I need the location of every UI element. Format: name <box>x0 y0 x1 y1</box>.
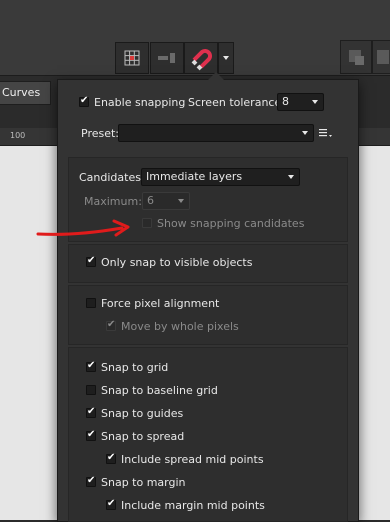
screen-tolerance-label: Screen tolerance: <box>188 96 285 109</box>
force-pixel-alignment-checkbox[interactable] <box>86 298 96 308</box>
snap-to-guides-checkbox[interactable] <box>86 406 96 418</box>
only-visible-label: Only snap to visible objects <box>101 256 253 269</box>
show-snapping-candidates-checkbox[interactable] <box>142 218 152 228</box>
maximum-label: Maximum: <box>84 195 142 208</box>
snap-to-margin-label: Snap to margin <box>101 476 186 489</box>
grid-toggle-button[interactable] <box>115 42 149 74</box>
move-by-whole-pixels-checkbox[interactable] <box>106 319 116 331</box>
chevron-down-icon <box>223 56 229 60</box>
document-add-icon <box>349 50 364 65</box>
screen-tolerance-select[interactable]: 8 <box>277 93 324 111</box>
enable-snapping-checkbox[interactable] <box>79 95 89 107</box>
toolbar-button-a[interactable] <box>340 40 372 74</box>
move-by-whole-pixels-label: Move by whole pixels <box>121 320 239 333</box>
guides-toggle-button[interactable] <box>150 42 184 74</box>
include-spread-mid-points-label: Include spread mid points <box>121 453 264 466</box>
snap-to-baseline-grid-checkbox[interactable] <box>86 385 96 395</box>
chevron-down-icon <box>312 100 318 104</box>
snap-to-grid-checkbox[interactable] <box>86 360 96 372</box>
grid-icon <box>124 50 140 66</box>
only-visible-checkbox[interactable] <box>86 255 96 267</box>
preset-select[interactable] <box>118 124 314 142</box>
snapping-options-dropdown-button[interactable] <box>218 42 234 74</box>
preset-label: Preset: <box>81 127 120 140</box>
snap-to-spread-label: Snap to spread <box>101 430 185 443</box>
enable-snapping-label: Enable snapping <box>94 96 186 109</box>
force-pixel-alignment-label: Force pixel alignment <box>101 297 220 310</box>
include-margin-mid-points-label: Include margin mid points <box>121 499 265 512</box>
document-icon <box>377 50 389 64</box>
candidates-label: Candidates: <box>79 171 145 184</box>
include-spread-mid-points-checkbox[interactable] <box>106 452 116 464</box>
candidates-value: Immediate layers <box>146 170 243 183</box>
snap-to-spread-checkbox[interactable] <box>86 429 96 441</box>
guides-icon <box>158 53 175 63</box>
maximum-select[interactable]: 6 <box>142 192 190 210</box>
chevron-down-icon <box>288 175 294 179</box>
canvas-area-left <box>0 146 62 520</box>
snap-to-guides-label: Snap to guides <box>101 407 184 420</box>
snap-to-margin-checkbox[interactable] <box>86 475 96 487</box>
pixel-section <box>68 285 348 345</box>
snap-to-grid-label: Snap to grid <box>101 361 169 374</box>
chevron-down-icon <box>178 199 184 203</box>
chevron-down-icon <box>302 131 308 135</box>
hamburger-menu-icon[interactable] <box>318 127 334 139</box>
popover-notch <box>208 72 224 80</box>
maximum-value: 6 <box>147 194 154 207</box>
screen-tolerance-value: 8 <box>282 95 289 108</box>
toolbar-button-b[interactable] <box>372 40 390 74</box>
include-margin-mid-points-checkbox[interactable] <box>106 498 116 510</box>
magnet-icon <box>191 49 212 71</box>
curves-tab[interactable]: Curves <box>0 81 51 105</box>
red-arrow-annotation <box>36 219 130 237</box>
ruler-label: 100 <box>10 131 26 140</box>
snapping-toggle-button[interactable] <box>184 42 218 74</box>
show-snapping-candidates-label: Show snapping candidates <box>157 217 305 230</box>
candidates-select[interactable]: Immediate layers <box>141 168 300 186</box>
snap-to-baseline-grid-label: Snap to baseline grid <box>101 384 218 397</box>
